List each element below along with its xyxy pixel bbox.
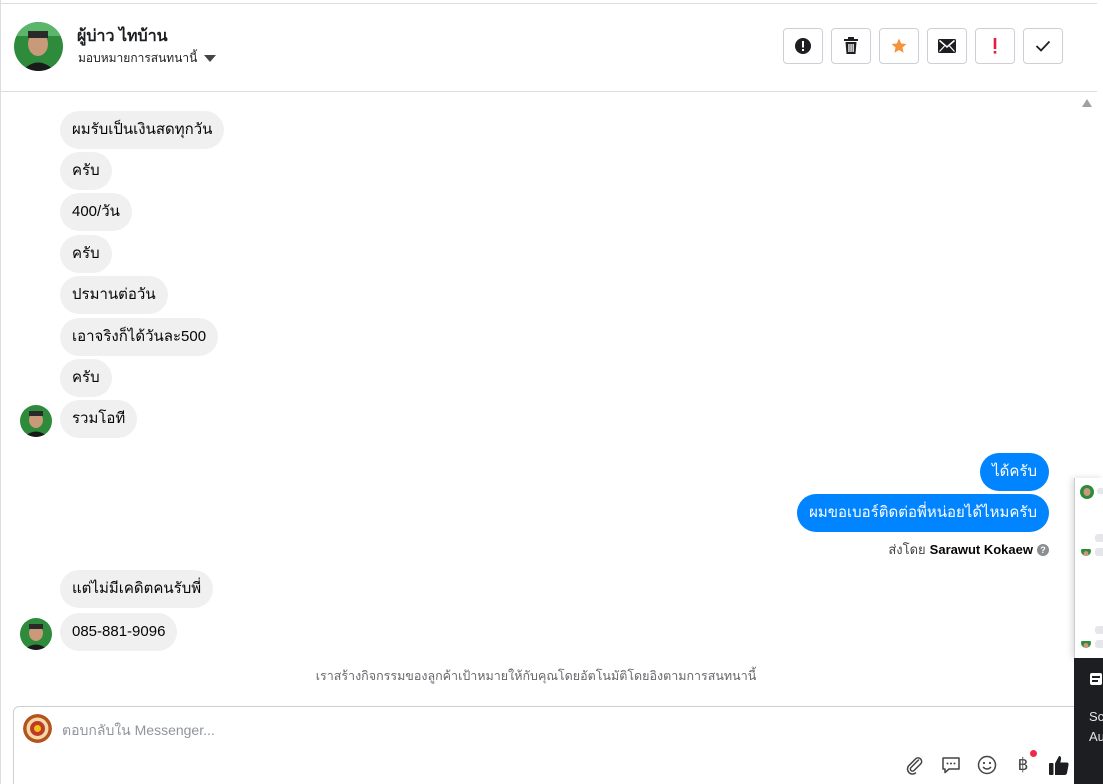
saved-replies-icon (942, 757, 960, 774)
like-button[interactable] (1048, 754, 1070, 776)
help-icon[interactable]: ? (1037, 543, 1049, 556)
paperclip-icon (906, 757, 923, 775)
contact-name[interactable]: ผู้บ่าว ไทบ้าน (77, 24, 168, 49)
message-incoming[interactable]: ครับ (60, 235, 112, 273)
sent-by-name: Sarawut Kokaew (929, 542, 1033, 557)
delete-button[interactable] (831, 28, 871, 64)
scroll-up-arrow-icon[interactable] (1082, 99, 1092, 107)
message-incoming[interactable]: 400/วัน (60, 193, 132, 231)
notification-dot (1030, 750, 1037, 757)
message-incoming[interactable]: ครับ (60, 359, 112, 397)
alert-circle-icon (795, 38, 811, 54)
contact-avatar[interactable] (14, 22, 63, 71)
star-button[interactable] (879, 28, 919, 64)
message-thread[interactable]: ผมรับเป็นเงินสดทุกวัน ครับ 400/วัน ครับ … (1, 93, 1079, 700)
preview-bubble (1095, 534, 1103, 542)
preview-avatar (1080, 485, 1094, 499)
preview-bubble (1095, 626, 1103, 634)
message-incoming[interactable]: รวมโอที (60, 400, 138, 438)
sent-by-label: ส่งโดย Sarawut Kokaew ? (888, 539, 1049, 560)
thumbs-up-icon (1049, 756, 1069, 775)
caret-down-icon (204, 55, 217, 62)
sender-avatar[interactable] (20, 618, 52, 650)
star-icon (891, 38, 907, 53)
message-incoming[interactable]: ครับ (60, 152, 112, 190)
preview-line (1097, 488, 1103, 494)
follow-up-button[interactable] (975, 28, 1015, 64)
conversation-view: ผู้บ่าว ไทบ้าน มอบหมายการสนทนานี้ ผมรับเ… (0, 0, 1103, 784)
message-incoming[interactable]: แต่ไม่มีเคดิตคนรับพี่ (60, 570, 214, 608)
preview-bubble (1095, 548, 1103, 556)
report-spam-button[interactable] (783, 28, 823, 64)
emoji-icon (977, 755, 997, 775)
page-icon (1090, 673, 1102, 685)
envelope-icon (938, 39, 956, 53)
attach-button[interactable] (904, 754, 926, 776)
sent-by-prefix: ส่งโดย (888, 542, 926, 557)
dark-panel-line: Au (1089, 729, 1103, 744)
mark-unread-button[interactable] (927, 28, 967, 64)
message-incoming[interactable]: ผมรับเป็นเงินสดทุกวัน (60, 111, 225, 149)
conversation-toolbar (783, 28, 1063, 64)
composer-toolbar: ฿ (904, 750, 1070, 776)
preview-avatar (1081, 546, 1091, 556)
payment-button[interactable]: ฿ (1012, 750, 1037, 776)
message-outgoing[interactable]: ได้ครับ (980, 453, 1049, 491)
message-outgoing[interactable]: ผมขอเบอร์ติดต่อพี่หน่อยได้ไหมครับ (797, 494, 1049, 532)
reply-composer: ฿ (13, 706, 1083, 784)
exclamation-icon (993, 38, 997, 54)
assign-label: มอบหมายการสนทนานี้ (78, 51, 198, 65)
conversation-header: ผู้บ่าว ไทบ้าน มอบหมายการสนทนานี้ (1, 4, 1097, 92)
dark-panel-line: Sc (1089, 709, 1103, 724)
mark-done-button[interactable] (1023, 28, 1063, 64)
page-avatar (23, 714, 52, 743)
side-panel-preview[interactable] (1074, 478, 1103, 658)
preview-bubble (1095, 640, 1103, 648)
check-icon (1035, 40, 1051, 52)
side-panel-dark[interactable]: Sc Au (1074, 658, 1103, 784)
trash-icon (844, 37, 858, 54)
emoji-button[interactable] (976, 754, 998, 776)
saved-replies-button[interactable] (940, 754, 962, 776)
reply-input[interactable] (62, 719, 842, 741)
sender-avatar[interactable] (20, 405, 52, 437)
assign-conversation-dropdown[interactable]: มอบหมายการสนทนานี้ (78, 49, 217, 68)
auto-lead-notice: เราสร้างกิจกรรมของลูกค้าเป้าหมายให้กับคุ… (315, 669, 757, 683)
preview-avatar (1081, 638, 1091, 648)
message-incoming[interactable]: เอาจริงก็ได้วันละ500 (60, 318, 219, 356)
baht-payment-icon: ฿ (1017, 755, 1029, 775)
message-incoming[interactable]: ปรมานต่อวัน (60, 276, 168, 314)
message-incoming[interactable]: 085-881-9096 (60, 613, 178, 651)
